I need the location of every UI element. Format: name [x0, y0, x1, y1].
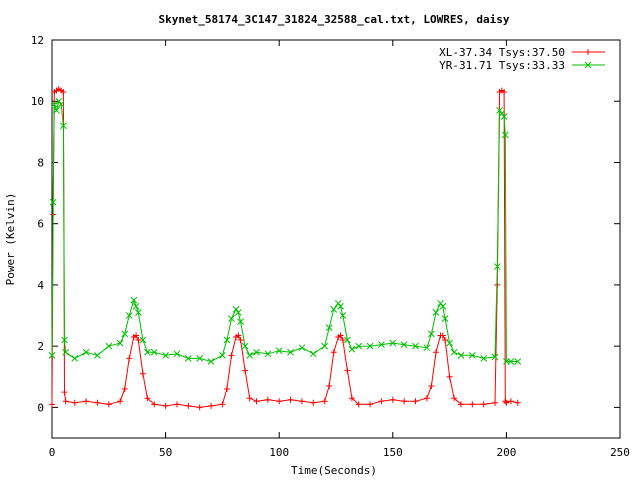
data-point [253, 398, 260, 405]
data-point [132, 303, 140, 310]
data-point [378, 398, 385, 405]
data-point [514, 399, 521, 406]
data-point [309, 350, 317, 358]
data-point [173, 401, 180, 408]
plot-area-border [51, 39, 621, 439]
data-point [423, 395, 430, 402]
data-point [246, 395, 253, 402]
data-point [344, 367, 351, 374]
series-line [51, 100, 518, 363]
data-point [432, 349, 439, 356]
legend-label: YR-31.71 Tsys:33.33 [439, 59, 565, 72]
x-axis: 0 50 100 150 200 250 [49, 40, 630, 459]
data-point [492, 399, 499, 406]
data-point [348, 345, 356, 353]
data-point [321, 398, 328, 405]
data-point [326, 382, 333, 389]
chart: Skynet_58174_3C147_31824_32588_cal.txt, … [4, 13, 630, 477]
y-tick-label: 0 [37, 401, 44, 414]
data-point [330, 306, 338, 313]
data-point [71, 355, 79, 362]
x-axis-label: Time(Seconds) [291, 464, 377, 477]
data-point [401, 398, 408, 405]
data-point [446, 373, 453, 380]
data-point [49, 401, 55, 408]
x-tick-label: 50 [159, 446, 172, 459]
y-axis-label: Power (Kelvin) [4, 193, 17, 286]
data-point [121, 386, 128, 393]
data-point [196, 404, 203, 411]
data-point [185, 402, 192, 409]
data-point [105, 401, 112, 408]
data-point [480, 401, 487, 408]
data-point [502, 398, 509, 405]
y-tick-label: 12 [31, 34, 44, 47]
series-1 [48, 97, 522, 365]
x-tick-label: 250 [610, 446, 630, 459]
data-point [367, 401, 374, 408]
x-tick-label: 100 [269, 446, 289, 459]
chart-title: Skynet_58174_3C147_31824_32588_cal.txt, … [159, 13, 510, 26]
data-point [219, 401, 226, 408]
legend-label: XL-37.34 Tsys:37.50 [439, 46, 565, 59]
series-line [51, 88, 518, 408]
data-point [428, 382, 435, 389]
data-point [276, 398, 283, 405]
y-tick-label: 4 [37, 279, 44, 292]
data-point [207, 358, 215, 365]
series-layer [48, 85, 522, 411]
data-point [223, 386, 230, 393]
y-tick-label: 8 [37, 156, 44, 169]
data-point [246, 351, 254, 359]
data-point [62, 398, 69, 405]
x-tick-label: 150 [383, 446, 403, 459]
data-point [228, 352, 235, 359]
data-point [82, 348, 90, 356]
data-point [116, 339, 124, 347]
data-point [334, 299, 342, 307]
legend: XL-37.34 Tsys:37.50YR-31.71 Tsys:33.33 [439, 46, 605, 72]
data-point [412, 398, 419, 405]
data-point [242, 367, 249, 374]
legend-marker [585, 49, 591, 55]
x-tick-label: 0 [49, 446, 56, 459]
data-point [83, 398, 90, 405]
data-point [94, 351, 101, 359]
x-tick-label: 200 [496, 446, 516, 459]
data-point [507, 398, 514, 405]
data-point [71, 399, 78, 406]
data-point [105, 342, 113, 350]
y-axis: 0 2 4 6 8 10 12 [31, 34, 620, 414]
data-point [310, 399, 317, 406]
data-point [389, 396, 396, 403]
data-point [287, 396, 294, 403]
data-point [125, 312, 133, 319]
data-point [298, 344, 306, 352]
y-tick-label: 2 [37, 340, 44, 353]
data-point [330, 349, 337, 356]
y-tick-label: 10 [31, 95, 44, 108]
y-tick-label: 6 [37, 218, 44, 231]
series-0 [49, 85, 521, 411]
data-point [232, 306, 240, 313]
data-point [126, 355, 133, 362]
data-point [219, 351, 226, 359]
data-point [130, 296, 138, 304]
data-point [94, 399, 101, 406]
data-point [117, 398, 124, 405]
data-point [298, 398, 305, 405]
data-point [469, 401, 476, 408]
data-point [437, 299, 444, 307]
data-point [208, 402, 215, 409]
data-point [162, 402, 169, 409]
data-point [139, 370, 146, 377]
data-point [503, 399, 510, 406]
data-point [450, 348, 458, 356]
data-point [264, 396, 271, 403]
data-point [61, 389, 68, 396]
